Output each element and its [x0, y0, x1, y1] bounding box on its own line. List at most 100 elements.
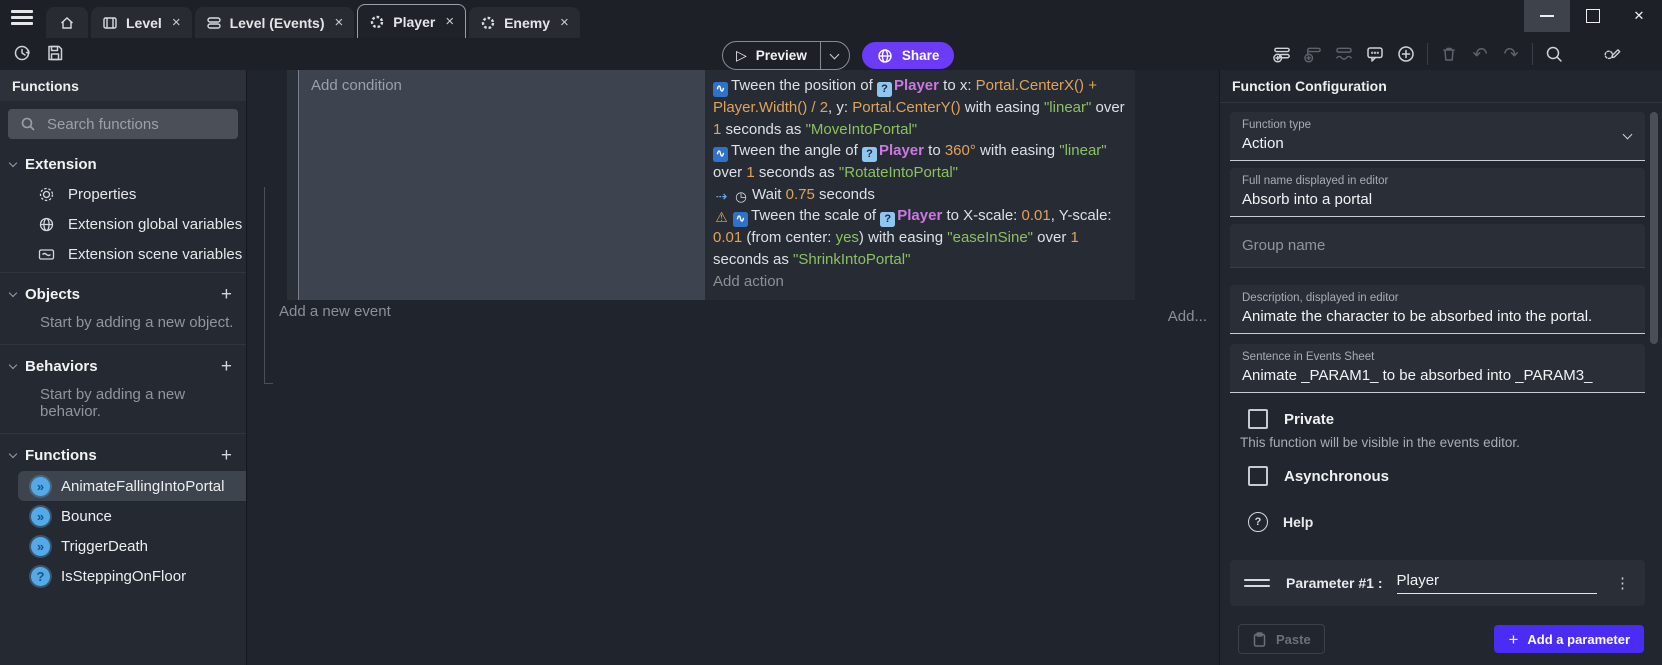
- event-action[interactable]: ∿Tween the position of ?Player to x: Por…: [713, 75, 1127, 140]
- item-label: Extension global variables: [68, 216, 242, 233]
- maximize-button[interactable]: [1570, 0, 1616, 32]
- close-icon[interactable]: ×: [445, 13, 454, 30]
- add-other-event-icon[interactable]: [1334, 44, 1354, 64]
- actions-column[interactable]: ∿Tween the position of ?Player to x: Por…: [705, 70, 1135, 300]
- description-field[interactable]: Description, displayed in editor Animate…: [1230, 285, 1645, 334]
- action-text: "ShrinkIntoPortal": [793, 251, 910, 268]
- add-condition-button[interactable]: Add condition: [311, 77, 402, 94]
- undo-icon[interactable]: ↶: [1470, 44, 1490, 64]
- event-action[interactable]: ⚠∿Tween the scale of ?Player to X-scale:…: [713, 205, 1127, 270]
- section-behaviors[interactable]: Behaviors +: [0, 348, 246, 382]
- event-action[interactable]: ∿Tween the angle of ?Player to 360° with…: [713, 140, 1127, 184]
- add-behavior-button[interactable]: +: [221, 357, 232, 376]
- extension-icon: [369, 14, 385, 30]
- action-text: Tween the angle of: [731, 142, 862, 159]
- tab-strip: Level × Level (Events) × Player × Enemy …: [46, 4, 583, 38]
- save-icon[interactable]: [45, 43, 65, 63]
- tab-level-events[interactable]: Level (Events) ×: [195, 7, 355, 38]
- search-icon[interactable]: [1544, 44, 1564, 64]
- tab-player[interactable]: Player ×: [357, 4, 466, 38]
- minimize-button[interactable]: [1524, 0, 1570, 32]
- section-label: Behaviors: [25, 358, 98, 375]
- action-text: Tween the scale of: [751, 207, 880, 224]
- action-text: seconds: [815, 186, 875, 203]
- section-functions[interactable]: Functions +: [0, 437, 246, 471]
- action-text: Wait: [752, 186, 786, 203]
- redo-icon[interactable]: ↷: [1501, 44, 1521, 64]
- choose-event-icon[interactable]: [1396, 44, 1416, 64]
- tab-enemy[interactable]: Enemy ×: [469, 7, 580, 38]
- edit-extension-icon[interactable]: [1602, 43, 1622, 63]
- add-object-button[interactable]: +: [221, 285, 232, 304]
- search-input[interactable]: Search functions: [8, 109, 238, 139]
- tab-level[interactable]: Level ×: [91, 7, 192, 38]
- section-extension[interactable]: Extension: [0, 147, 246, 179]
- function-item-issteppingonfloor[interactable]: ? IsSteppingOnFloor: [18, 561, 246, 591]
- add-event-icon[interactable]: [1272, 44, 1292, 64]
- function-item-animatefallingintoportal[interactable]: » AnimateFallingIntoPortal: [18, 471, 246, 501]
- tab-home[interactable]: [46, 7, 88, 38]
- sidebar-item-global-variables[interactable]: Extension global variables: [0, 209, 246, 239]
- full-name-field[interactable]: Full name displayed in editor Absorb int…: [1230, 168, 1645, 217]
- add-parameter-button[interactable]: + Add a parameter: [1494, 625, 1644, 653]
- behaviors-empty-text: Start by adding a new behavior.: [0, 382, 246, 430]
- help-button[interactable]: ? Help: [1248, 512, 1646, 532]
- tab-label: Level: [126, 15, 162, 31]
- private-checkbox-row[interactable]: Private: [1248, 409, 1646, 429]
- add-new-event-button[interactable]: Add a new event: [279, 303, 391, 320]
- search-icon: [20, 116, 36, 132]
- parameter-name-input[interactable]: Player: [1397, 572, 1597, 594]
- menu-icon[interactable]: [11, 10, 33, 26]
- close-icon[interactable]: ×: [172, 14, 181, 31]
- add-action-button[interactable]: Add action: [713, 271, 1127, 293]
- add-subevent-icon[interactable]: [1303, 44, 1323, 64]
- divider: [0, 433, 246, 434]
- sentence-field[interactable]: Sentence in Events Sheet Animate _PARAM1…: [1230, 344, 1645, 393]
- action-text: , Y-scale:: [1051, 207, 1112, 224]
- home-icon: [59, 15, 75, 31]
- action-text: "linear": [1044, 99, 1091, 116]
- add-more-button[interactable]: Add...: [1168, 308, 1207, 325]
- clipboard-icon: [1252, 632, 1267, 647]
- tween-icon: ∿: [733, 212, 748, 227]
- delete-icon[interactable]: [1439, 44, 1459, 64]
- sidebar-item-properties[interactable]: Properties: [0, 179, 246, 209]
- drag-handle-icon[interactable]: [1244, 575, 1270, 591]
- asynchronous-checkbox[interactable]: [1248, 466, 1268, 486]
- event-drag-handle[interactable]: [287, 70, 299, 300]
- function-item-triggerdeath[interactable]: » TriggerDeath: [18, 531, 246, 561]
- tween-icon: ∿: [713, 147, 728, 162]
- event-block[interactable]: Add condition ∿Tween the position of ?Pl…: [287, 70, 1135, 300]
- history-icon[interactable]: [12, 43, 32, 63]
- function-type-select[interactable]: Function type Action: [1230, 112, 1645, 161]
- panel-title: Function Configuration: [1220, 70, 1662, 103]
- action-text: Player: [894, 77, 939, 94]
- event-action[interactable]: ⇢◷Wait 0.75 seconds: [713, 184, 1127, 206]
- field-value: Animate _PARAM1_ to be absorbed into _PA…: [1242, 367, 1633, 384]
- group-name-field[interactable]: Group name: [1230, 224, 1645, 268]
- private-checkbox[interactable]: [1248, 409, 1268, 429]
- kebab-menu-icon[interactable]: ⋮: [1615, 574, 1631, 592]
- scene-variables-icon: [38, 246, 55, 263]
- add-function-button[interactable]: +: [221, 446, 232, 465]
- share-button[interactable]: Share: [862, 42, 955, 69]
- close-icon[interactable]: ×: [560, 14, 569, 31]
- add-comment-icon[interactable]: [1365, 44, 1385, 64]
- parameter-card[interactable]: Parameter #1 : Player ⋮: [1230, 560, 1645, 606]
- action-function-icon: »: [31, 477, 50, 496]
- chevron-down-icon: [9, 361, 17, 369]
- gear-icon: [38, 186, 55, 203]
- close-window-button[interactable]: ✕: [1616, 0, 1662, 32]
- preview-dropdown-button[interactable]: [820, 42, 849, 69]
- conditions-column[interactable]: Add condition: [299, 70, 705, 300]
- sidebar-item-scene-variables[interactable]: Extension scene variables: [0, 239, 246, 269]
- section-objects[interactable]: Objects +: [0, 276, 246, 310]
- preview-button[interactable]: ▷Preview: [722, 41, 850, 70]
- paste-button[interactable]: Paste: [1238, 624, 1325, 654]
- close-icon[interactable]: ×: [335, 14, 344, 31]
- function-label: AnimateFallingIntoPortal: [61, 478, 224, 495]
- action-text: seconds as: [713, 251, 793, 268]
- function-item-bounce[interactable]: » Bounce: [18, 501, 246, 531]
- scrollbar-thumb[interactable]: [1650, 112, 1658, 344]
- asynchronous-checkbox-row[interactable]: Asynchronous: [1248, 466, 1646, 486]
